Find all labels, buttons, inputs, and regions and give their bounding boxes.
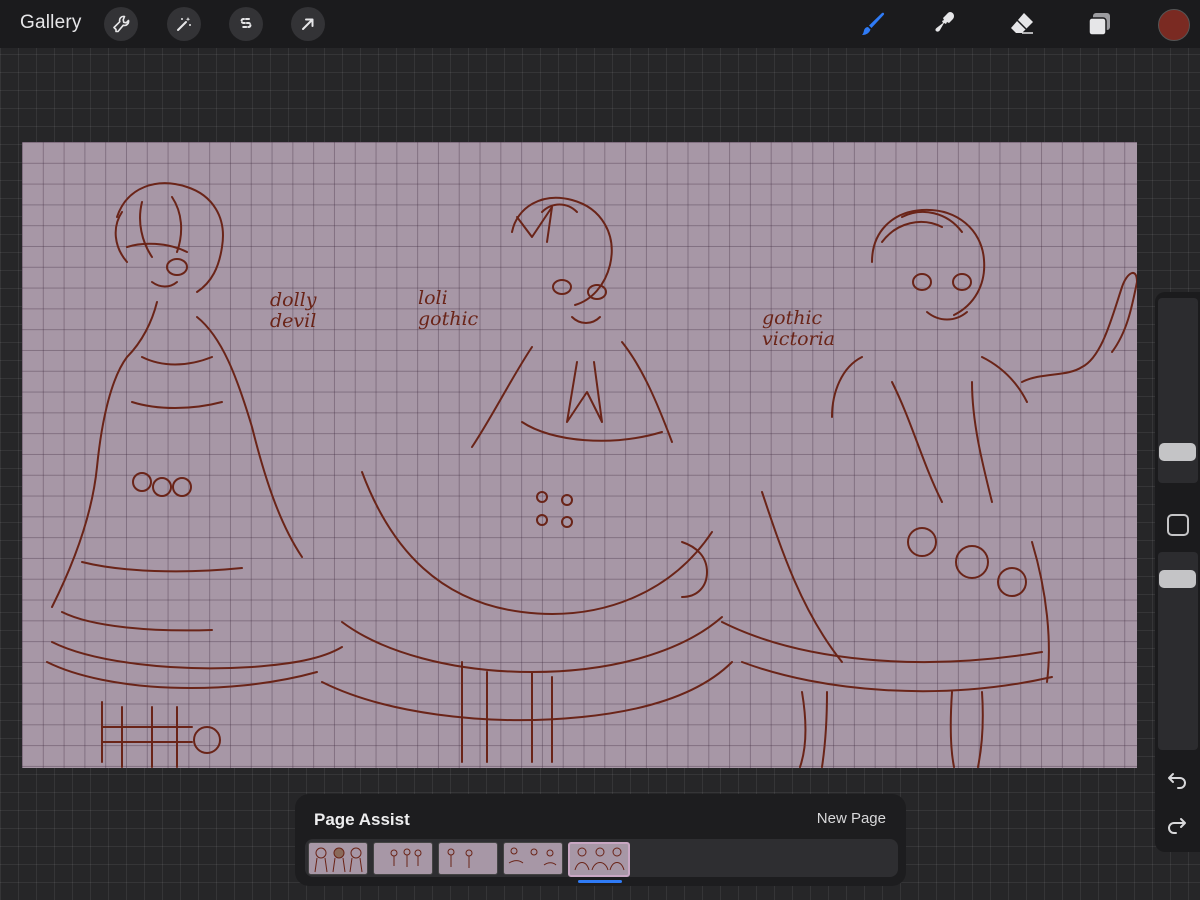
page-thumbnail-3[interactable] (438, 842, 498, 875)
page-thumbnail-5[interactable] (568, 842, 630, 877)
magic-wand-icon[interactable] (167, 7, 201, 41)
page-assist-title: Page Assist (314, 810, 410, 829)
layers-icon[interactable] (1083, 8, 1115, 40)
new-page-button[interactable]: New Page (817, 810, 886, 827)
eraser-icon[interactable] (1006, 8, 1038, 40)
sketch-artwork (46, 182, 1137, 768)
opacity-thumb[interactable] (1159, 570, 1196, 588)
redo-icon[interactable] (1164, 812, 1190, 838)
page-thumbnail-2[interactable] (373, 842, 433, 875)
sketch-figure-dolly-devil (46, 182, 343, 768)
brush-icon[interactable] (857, 8, 889, 40)
transform-arrow-icon[interactable] (291, 7, 325, 41)
sketch-figure-loli-gothic (321, 196, 733, 763)
drawing-canvas[interactable]: dolly devil loli gothic gothic victoria (22, 142, 1137, 768)
page-thumbnail-1[interactable] (308, 842, 368, 875)
wrench-icon[interactable] (104, 7, 138, 41)
page-thumbnail-strip (305, 839, 898, 877)
brush-size-thumb[interactable] (1159, 443, 1196, 461)
page-assist-panel: Page Assist New Page (295, 794, 906, 886)
active-page-indicator (578, 880, 622, 883)
page-thumbnail-4[interactable] (503, 842, 563, 875)
top-toolbar: Gallery (0, 0, 1200, 48)
smudge-icon[interactable] (931, 8, 963, 40)
caption-loli-gothic: loli gothic (418, 287, 479, 330)
gallery-button[interactable]: Gallery (20, 12, 82, 34)
undo-icon[interactable] (1164, 767, 1190, 793)
modify-square-icon[interactable] (1167, 514, 1189, 536)
color-picker-button[interactable] (1158, 9, 1190, 41)
sketch-figure-gothic-victoria (721, 208, 1137, 768)
caption-gothic-victoria: gothic victoria (762, 307, 836, 350)
caption-dolly-devil: dolly devil (270, 289, 317, 332)
selection-icon[interactable] (229, 7, 263, 41)
